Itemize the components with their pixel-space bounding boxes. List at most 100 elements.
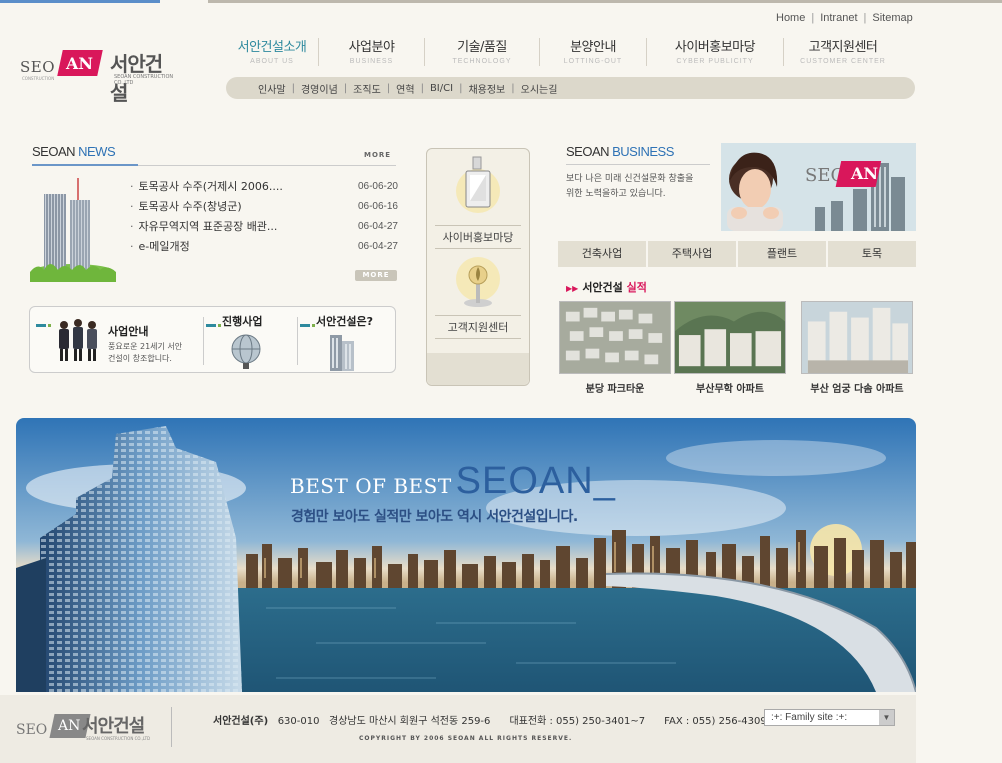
building-icon	[330, 335, 354, 371]
tab-plant[interactable]: 플랜트	[738, 241, 828, 267]
separator: |	[386, 82, 391, 94]
sitemap-link[interactable]: Sitemap	[872, 12, 912, 24]
site-logo[interactable]: SEO AN 서안건설 SEOAN CONSTRUCTION CO.,LTD C…	[18, 44, 178, 105]
business-heading-brand: SEOAN	[566, 144, 610, 159]
ongoing-projects-label: 진행사업	[222, 315, 263, 328]
section-mark	[48, 324, 51, 327]
nav-sublabel: TECHNOLOGY	[452, 58, 512, 65]
business-heading-word: BUSINESS	[609, 144, 674, 159]
nav-customer-center[interactable]: 고객지원센터 CUSTOMER CENTER	[784, 36, 902, 70]
project-card[interactable]: 부산무학 아파트	[674, 301, 786, 395]
subnav-recruit[interactable]: 채용정보	[468, 81, 505, 96]
about-seoan-block[interactable]: 서안건설은?	[300, 307, 394, 372]
support-icon	[456, 257, 500, 307]
business-desc-line-2: 위한 노력을하고 있습니다.	[566, 189, 666, 199]
footer-fax: FAX : 055) 256-4309	[664, 716, 767, 727]
ongoing-projects-block[interactable]: 진행사업	[206, 307, 296, 372]
news-title: 자유무역지역 표준공장 배관...	[130, 218, 278, 234]
project-name: 부산무학 아파트	[696, 384, 764, 395]
news-more-link[interactable]: MORE	[364, 151, 391, 159]
news-title: e-메일개정	[130, 238, 190, 254]
logo-construction: CONSTRUCTION	[22, 76, 55, 81]
nav-technology[interactable]: 기술/품질 TECHNOLOGY	[425, 36, 539, 70]
business-desc-line-1: 보다 나은 미래 신건설문화 창출을	[566, 174, 694, 184]
tab-architecture[interactable]: 건축사업	[558, 241, 648, 267]
news-list: 토목공사 수주(거제시 2006.... 06-06-20 토목공사 수주(창녕…	[130, 176, 399, 256]
nav-lotting-out[interactable]: 분양안내 LOTTING-OUT	[540, 36, 646, 70]
news-row[interactable]: 토목공사 수주(창녕군) 06-06-16	[130, 196, 399, 216]
nav-sublabel: CYBER PUBLICITY	[676, 58, 754, 65]
footer-logo-an: AN	[58, 718, 81, 734]
footer-street: 경상남도 마산시 회원구 석전동 259-6	[329, 716, 491, 727]
nav-about[interactable]: 서안건설소개 ABOUT US	[228, 36, 316, 70]
business-people-icon	[59, 319, 97, 361]
footer-logo[interactable]: SEO AN 서안건설 SEOAN CONSTRUCTION CO.,LTD	[16, 708, 161, 748]
business-guide-desc-1: 풍요로운 21세기 서안	[108, 342, 183, 351]
nav-label: 사이버홍보마당	[674, 40, 756, 55]
model-building-image: SEO AN	[721, 143, 916, 231]
separator: |	[291, 82, 295, 94]
nav-sublabel: LOTTING-OUT	[563, 58, 623, 65]
project-name: 부산 엄궁 다솜 아파트	[810, 384, 904, 395]
globe-icon	[231, 334, 261, 369]
chevron-down-icon: ▼	[879, 710, 894, 725]
section-mark	[206, 324, 216, 327]
logo-seo: SEO	[20, 58, 56, 76]
subnav-bici[interactable]: BI/CI	[430, 83, 453, 94]
logo-an: AN	[66, 54, 94, 73]
footer-logo-subtitle: SEOAN CONSTRUCTION CO.,LTD	[86, 736, 151, 741]
news-heading-brand: SEOAN	[32, 144, 76, 159]
subnav-greeting[interactable]: 인사말	[258, 81, 286, 96]
project-card[interactable]: 부산 엄궁 다솜 아파트	[801, 301, 913, 395]
subnav-organization[interactable]: 조직도	[353, 81, 381, 96]
tab-civil[interactable]: 토목	[828, 241, 916, 267]
separator: |	[511, 82, 515, 94]
subnav-philosophy[interactable]: 경영이념	[301, 81, 338, 96]
news-date: 06-06-16	[357, 200, 398, 212]
footer-divider	[171, 707, 172, 747]
performance-heading-word: 실적	[626, 281, 647, 294]
news-row[interactable]: 자유무역지역 표준공장 배관... 06-04-27	[130, 216, 399, 236]
utility-links: Home | Intranet | Sitemap	[776, 12, 913, 24]
cyber-publicity-label: 사이버홍보마당	[435, 225, 521, 249]
section-mark	[36, 324, 46, 327]
nav-label: 기술/품질	[457, 40, 507, 55]
project-photo	[801, 301, 913, 374]
business-rule	[566, 164, 710, 165]
cyber-publicity-link[interactable]: 사이버홍보마당	[427, 155, 529, 249]
subnav-history[interactable]: 연혁	[396, 81, 414, 96]
nav-cyber-publicity[interactable]: 사이버홍보마당 CYBER PUBLICITY	[647, 36, 783, 70]
twin-towers-image	[30, 178, 116, 282]
subnav-directions[interactable]: 오시는길	[521, 81, 558, 96]
news-underline	[32, 164, 138, 166]
news-title: 토목공사 수주(거제시 2006....	[130, 178, 283, 194]
news-more-button[interactable]: MORE	[355, 270, 397, 281]
nav-sublabel: ABOUT US	[250, 58, 294, 65]
nav-business[interactable]: 사업분야 BUSINESS	[319, 36, 424, 70]
logo-subtitle: SEOAN CONSTRUCTION CO.,LTD	[114, 74, 174, 86]
nav-label: 분양안내	[570, 40, 616, 55]
news-row[interactable]: 토목공사 수주(거제시 2006.... 06-06-20	[130, 176, 399, 196]
tab-housing[interactable]: 주택사업	[648, 241, 738, 267]
customer-center-link[interactable]: 고객지원센터	[427, 247, 529, 339]
news-row[interactable]: e-메일개정 06-04-27	[130, 236, 399, 256]
business-heading: SEOAN BUSINESS	[566, 144, 674, 159]
nav-label: 사업분야	[348, 40, 395, 55]
home-link[interactable]: Home	[776, 12, 805, 24]
project-card[interactable]: 분당 파크타운	[559, 301, 671, 395]
info-divider	[297, 317, 298, 365]
footer: SEO AN 서안건설 SEOAN CONSTRUCTION CO.,LTD 서…	[0, 695, 916, 763]
banner-line-1: BEST OF BEST	[290, 474, 452, 498]
section-mark	[312, 324, 315, 327]
family-site-select[interactable]: :+: Family site :+: ▼	[764, 709, 895, 726]
banner-headline: BEST OF BEST SEOAN_	[290, 460, 616, 503]
business-guide-block[interactable]: 사업안내 풍요로운 21세기 서안 건설이 창조합니다.	[36, 307, 202, 372]
project-name: 분당 파크타운	[585, 384, 645, 395]
separator: |	[811, 12, 815, 24]
section-mark	[300, 324, 310, 327]
top-accent-bar	[0, 0, 160, 3]
business-photo: SEO AN	[721, 143, 916, 231]
business-tabs: 건축사업 주택사업 플랜트 토목	[558, 241, 916, 267]
news-heading-word: NEWS	[75, 144, 116, 159]
intranet-link[interactable]: Intranet	[820, 12, 857, 24]
